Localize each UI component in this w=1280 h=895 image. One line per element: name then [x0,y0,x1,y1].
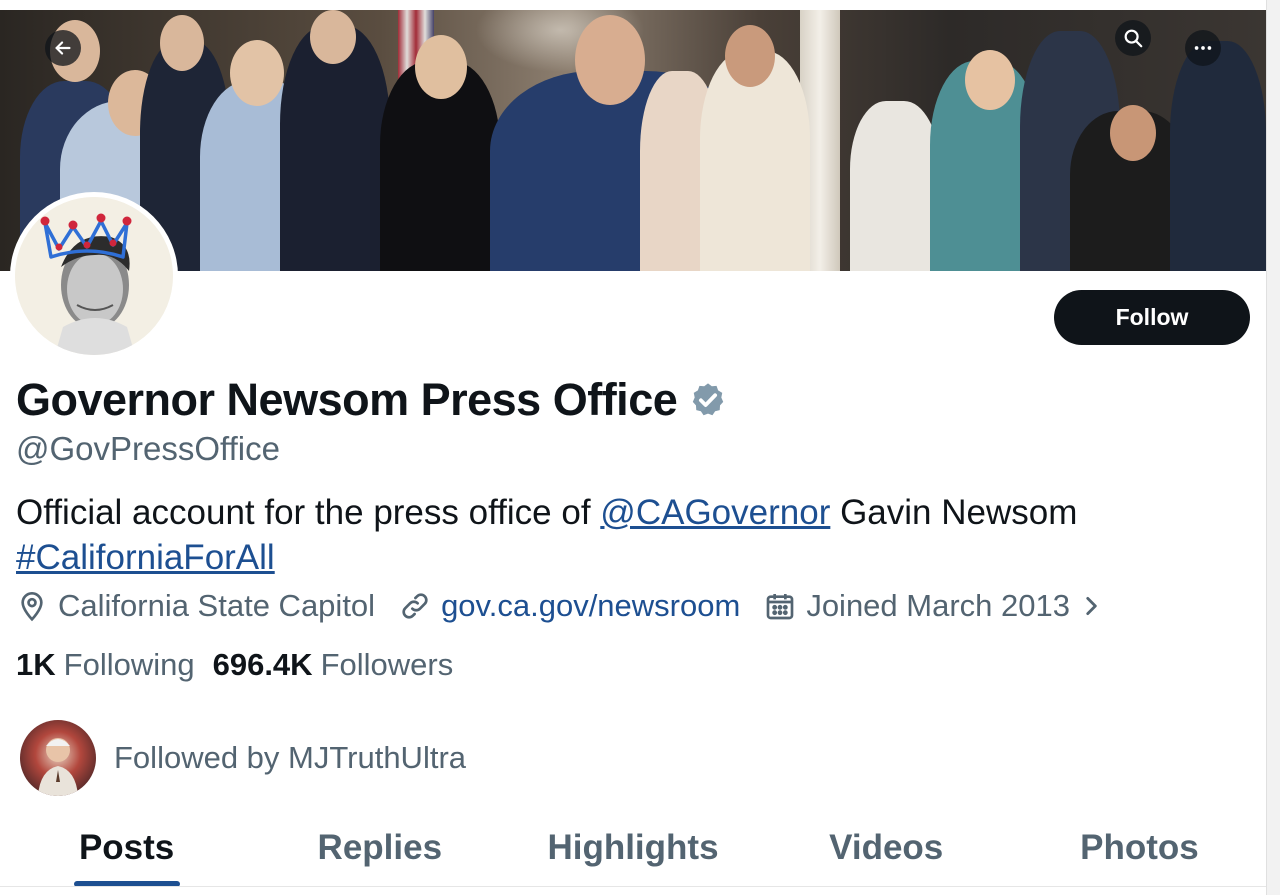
profile-handle: @GovPressOffice [16,430,280,467]
bio-text: Gavin Newsom [830,493,1078,532]
following-label: Following [63,647,195,682]
banner-person-head [160,15,204,71]
tab-replies[interactable]: Replies [253,820,506,887]
window-edge [1266,0,1280,895]
follower-avatar[interactable] [20,720,96,796]
tab-highlights[interactable]: Highlights [506,820,759,887]
follow-button[interactable]: Follow [1054,290,1250,345]
website-item[interactable]: gov.ca.gov/newsroom [399,588,740,624]
profile-avatar[interactable] [10,192,178,360]
verified-badge-icon[interactable] [689,381,727,419]
joined-item[interactable]: Joined March 2013 [764,588,1104,624]
profile-bio: Official account for the press office of… [16,490,1216,580]
tab-label: Videos [829,828,944,867]
chevron-right-icon [1086,597,1097,615]
calendar-icon [766,594,794,620]
tab-photos[interactable]: Photos [1013,820,1266,887]
banner-person-head [310,10,356,64]
search-button[interactable] [1115,20,1151,56]
website-link[interactable]: gov.ca.gov/newsroom [441,588,740,624]
back-button[interactable] [45,30,81,66]
tab-posts[interactable]: Posts [0,820,253,887]
tab-label: Posts [78,828,175,867]
location-text: California State Capitol [58,588,376,623]
followed-by-text: Followed by MJTruthUltra [114,740,467,775]
profile-stats: 1K Following 696.4K Followers [16,647,471,683]
link-icon [402,593,428,619]
profile-banner[interactable] [0,10,1266,271]
banner-person-head [965,50,1015,110]
following-count: 1K [16,647,56,682]
banner-person [1170,41,1266,271]
banner-person-head [575,15,645,105]
followers-label: Followers [320,647,454,682]
profile-tabs: Posts Replies Highlights Videos Photos [0,820,1266,887]
bio-text: Official account for the press office of [16,493,601,532]
followers-count: 696.4K [212,647,313,682]
back-arrow-icon [55,41,71,55]
following-stat[interactable]: 1K Following [16,647,195,683]
more-icon [1194,46,1212,50]
more-options-button[interactable] [1185,30,1221,66]
banner-person [850,101,940,271]
joined-text: Joined March 2013 [806,588,1070,623]
profile-name: Governor Newsom Press Office [16,374,678,425]
followers-stat[interactable]: 696.4K Followers [213,647,454,683]
tab-label: Photos [1080,828,1199,867]
tabs-divider [0,886,1266,887]
crowned-portrait-icon [15,197,173,355]
bio-mention-link[interactable]: @CAGovernor [600,493,830,532]
avatar-image [15,197,173,355]
tab-label: Replies [317,828,443,867]
banner-person-head [230,40,284,106]
profile-meta: California State Capitol gov.ca.gov/news… [16,588,1128,624]
profile-name-row: Governor Newsom Press Office [16,374,727,426]
banner-person-head [1110,105,1156,161]
followed-by-row[interactable]: Followed by MJTruthUltra [20,720,466,796]
follower-portrait-icon [38,738,78,796]
search-icon [1124,29,1143,48]
banner-person-head [725,25,775,87]
tab-label: Highlights [547,828,719,867]
location-pin-icon [21,592,43,622]
banner-person-head [415,35,467,99]
location-item: California State Capitol [16,588,375,624]
tab-videos[interactable]: Videos [760,820,1013,887]
bio-hashtag-link[interactable]: #CaliforniaForAll [16,538,275,577]
